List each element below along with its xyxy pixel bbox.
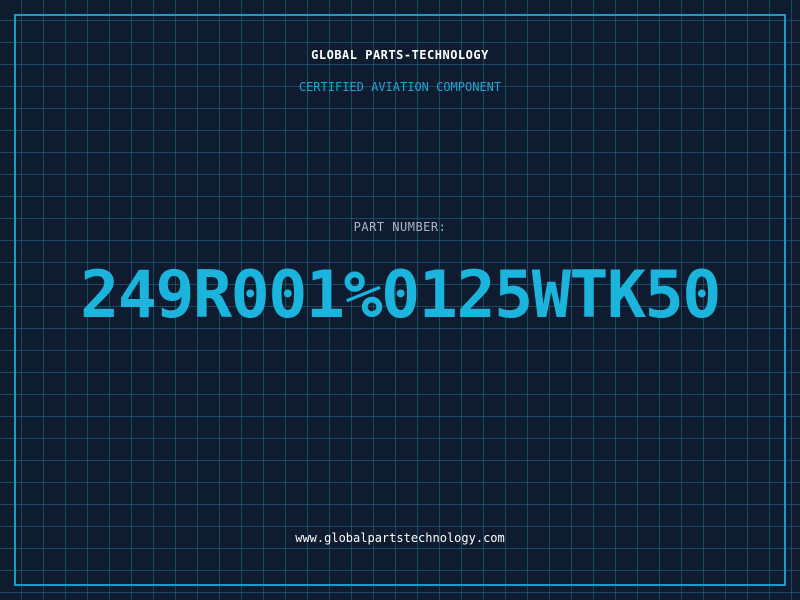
company-name: GLOBAL PARTS-TECHNOLOGY (311, 48, 489, 62)
certification-subtitle: CERTIFIED AVIATION COMPONENT (298, 80, 502, 94)
part-number-value: 249R001%0125WTK50 (80, 258, 721, 333)
certificate-canvas: GLOBAL PARTS-TECHNOLOGY CERTIFIED AVIATI… (0, 0, 800, 600)
part-number-label: PART NUMBER: (353, 220, 447, 234)
website-url: www.globalpartstechnology.com (295, 531, 505, 545)
